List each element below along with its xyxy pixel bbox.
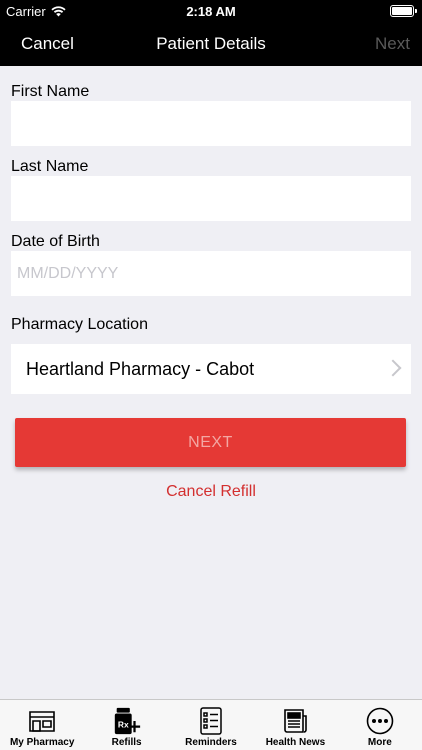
navigation-bar: Cancel Patient Details Next xyxy=(0,22,422,66)
page-title: Patient Details xyxy=(156,34,266,53)
top-bar: Carrier 2:18 AM Cancel Patient Details N… xyxy=(0,0,422,66)
more-dots-icon xyxy=(365,706,395,736)
first-name-input[interactable] xyxy=(11,101,411,146)
chevron-right-icon xyxy=(384,359,402,377)
pharmacy-location-value: Heartland Pharmacy - Cabot xyxy=(26,359,255,379)
pharmacy-location-label: Pharmacy Location xyxy=(11,316,148,333)
tab-reminders[interactable]: Reminders xyxy=(169,700,253,750)
tab-health-news[interactable]: Health News xyxy=(253,700,337,750)
next-nav-button[interactable]: Next xyxy=(375,34,410,54)
last-name-label: Last Name xyxy=(11,158,89,175)
dob-label: Date of Birth xyxy=(11,233,100,250)
pharmacy-location-selector[interactable]: Heartland Pharmacy - Cabot xyxy=(11,344,411,394)
tab-bar: My Pharmacy Rx Refills Reminders Health … xyxy=(0,699,422,750)
rx-bottle-icon: Rx xyxy=(112,706,142,736)
newspaper-icon xyxy=(280,706,310,736)
checklist-icon xyxy=(196,706,226,736)
last-name-input[interactable] xyxy=(11,176,411,221)
tab-refills[interactable]: Rx Refills xyxy=(84,700,168,750)
tab-my-pharmacy[interactable]: My Pharmacy xyxy=(0,700,84,750)
status-time: 2:18 AM xyxy=(186,4,236,19)
tab-label: Refills xyxy=(111,737,142,748)
storefront-icon xyxy=(27,706,57,736)
tab-label: Health News xyxy=(265,737,326,748)
battery-icon xyxy=(390,5,417,17)
tab-label: My Pharmacy xyxy=(9,737,75,748)
rx-text: Rx xyxy=(117,720,128,730)
next-button[interactable]: NEXT xyxy=(15,418,406,467)
tab-more[interactable]: More xyxy=(338,700,422,750)
dob-input[interactable] xyxy=(11,251,411,296)
cancel-refill-link[interactable]: Cancel Refill xyxy=(0,483,422,501)
tab-label: More xyxy=(367,737,392,748)
tab-label: Reminders xyxy=(185,737,237,748)
first-name-label: First Name xyxy=(11,83,90,100)
status-bar: Carrier 2:18 AM xyxy=(0,0,422,22)
